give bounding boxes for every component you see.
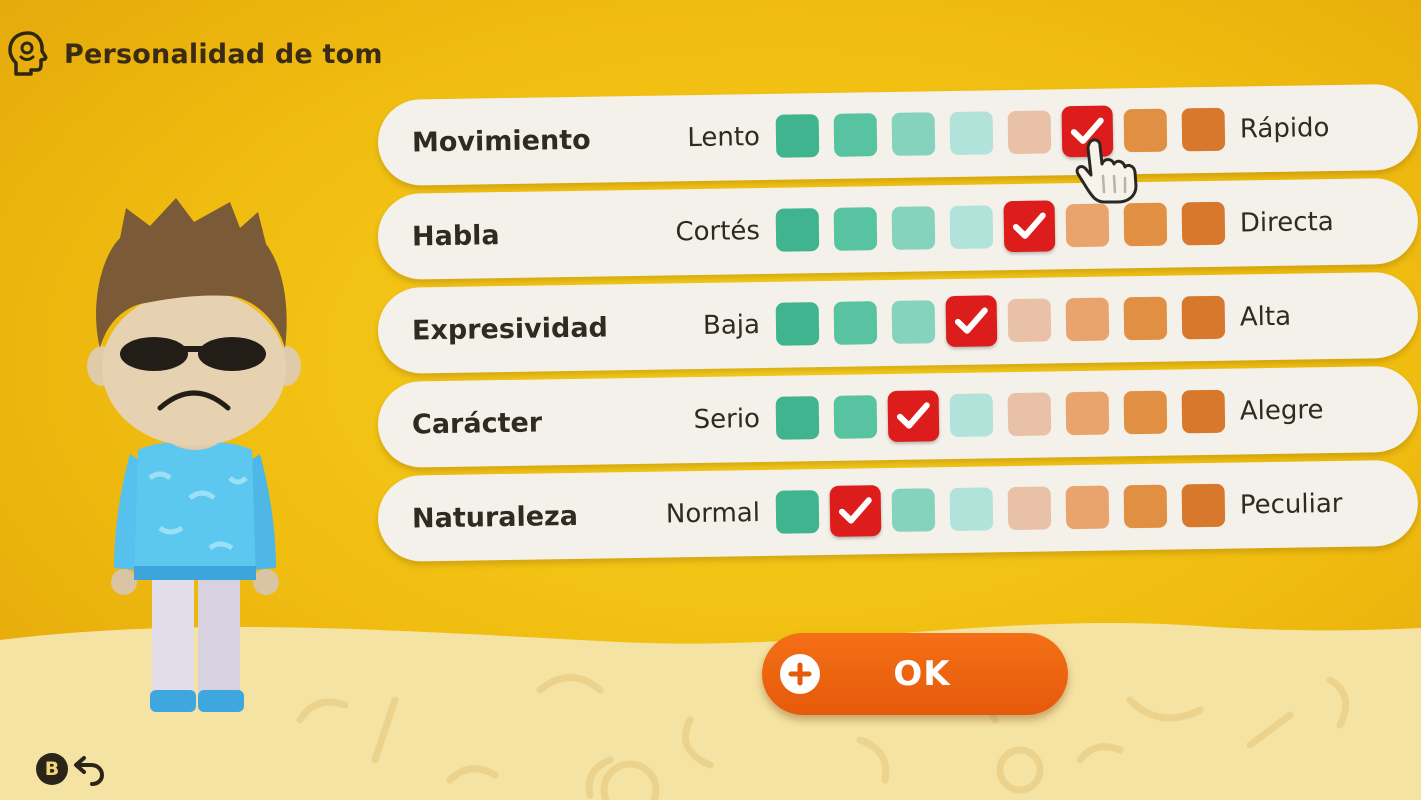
trait-row: Habla Cortés Directa bbox=[377, 177, 1419, 280]
scale-option[interactable] bbox=[891, 488, 936, 532]
trait-min-label: Cortés bbox=[675, 216, 761, 248]
scale-option[interactable] bbox=[775, 302, 820, 346]
scale-option[interactable] bbox=[1181, 483, 1226, 528]
scale-option[interactable] bbox=[1181, 107, 1226, 152]
scale-option[interactable] bbox=[1007, 110, 1052, 155]
scale-option[interactable] bbox=[775, 208, 820, 252]
page-title: Personalidad de tom bbox=[64, 38, 383, 70]
trait-row: Expresividad Baja Alta bbox=[377, 271, 1419, 374]
trait-min-label: Baja bbox=[702, 310, 761, 341]
scale-option[interactable] bbox=[891, 300, 936, 344]
scale-option[interactable] bbox=[1065, 391, 1110, 436]
checkmark-icon bbox=[896, 402, 930, 429]
trait-scale bbox=[775, 105, 1226, 158]
scale-option[interactable] bbox=[891, 206, 936, 250]
trait-scale bbox=[775, 483, 1226, 537]
trait-label: Expresividad bbox=[411, 311, 609, 346]
scale-option[interactable] bbox=[1123, 484, 1168, 529]
scale-option[interactable] bbox=[775, 114, 820, 158]
scale-option[interactable] bbox=[775, 396, 820, 440]
checkmark-icon bbox=[1012, 212, 1046, 239]
scale-option[interactable] bbox=[1123, 202, 1168, 247]
trait-scale bbox=[775, 389, 1226, 442]
ok-button-label: OK bbox=[893, 654, 951, 694]
scale-option[interactable] bbox=[949, 111, 994, 156]
trait-label: Naturaleza bbox=[411, 500, 579, 534]
trait-min-label: Normal bbox=[665, 498, 761, 530]
scale-option[interactable] bbox=[775, 490, 820, 534]
trait-max-label: Directa bbox=[1239, 206, 1334, 239]
trait-max-label: Alegre bbox=[1239, 395, 1324, 427]
mii-avatar bbox=[87, 198, 301, 712]
trait-max-label: Alta bbox=[1239, 301, 1292, 333]
scale-option[interactable] bbox=[1007, 486, 1052, 531]
scale-option[interactable] bbox=[949, 487, 994, 532]
back-button[interactable]: B bbox=[36, 752, 106, 786]
trait-max-label: Rápido bbox=[1239, 113, 1330, 145]
scale-option[interactable] bbox=[949, 393, 994, 438]
scale-option[interactable] bbox=[949, 205, 994, 250]
scale-option[interactable] bbox=[1007, 392, 1052, 437]
scale-option[interactable] bbox=[833, 207, 878, 251]
scale-option-selected[interactable] bbox=[829, 485, 882, 537]
ok-button[interactable]: OK bbox=[762, 633, 1068, 715]
checkmark-icon bbox=[954, 307, 988, 334]
trait-row: Movimiento Lento Rápido bbox=[377, 83, 1419, 186]
scale-option[interactable] bbox=[833, 395, 878, 439]
scale-option[interactable] bbox=[1065, 297, 1110, 342]
scale-option[interactable] bbox=[1123, 390, 1168, 435]
scale-option[interactable] bbox=[1181, 295, 1226, 340]
trait-max-label: Peculiar bbox=[1239, 488, 1343, 521]
hand-pointer-icon bbox=[1075, 138, 1138, 204]
trait-label: Carácter bbox=[411, 406, 543, 440]
trait-scale bbox=[775, 200, 1226, 253]
scale-option[interactable] bbox=[1007, 298, 1052, 343]
trait-label: Movimiento bbox=[411, 124, 591, 158]
scale-option[interactable] bbox=[1065, 485, 1110, 530]
personality-head-icon bbox=[8, 31, 48, 76]
screen-header: Personalidad de tom bbox=[6, 26, 383, 82]
trait-scale bbox=[775, 295, 1226, 348]
avatar-legs bbox=[152, 570, 194, 695]
scale-option[interactable] bbox=[891, 112, 936, 156]
back-arrow-icon bbox=[74, 756, 105, 786]
scale-option[interactable] bbox=[833, 113, 878, 157]
scale-option-selected[interactable] bbox=[945, 295, 998, 348]
trait-label: Habla bbox=[411, 219, 500, 252]
trait-min-label: Lento bbox=[687, 122, 761, 154]
screen: Personalidad de tom Movimiento Lento Rápid… bbox=[0, 0, 1421, 800]
trait-row: Carácter Serio Alegre bbox=[377, 365, 1419, 468]
scale-option[interactable] bbox=[1181, 201, 1226, 246]
b-button-icon: B bbox=[36, 753, 68, 785]
scale-option[interactable] bbox=[1123, 296, 1168, 341]
scale-option[interactable] bbox=[1181, 389, 1226, 434]
scale-option[interactable] bbox=[1065, 203, 1110, 248]
scale-option-selected[interactable] bbox=[1003, 200, 1056, 253]
trait-row: Naturaleza Normal Peculiar bbox=[377, 459, 1419, 562]
checkmark-icon bbox=[838, 497, 872, 524]
scale-option-selected[interactable] bbox=[887, 390, 940, 442]
scale-option[interactable] bbox=[833, 301, 878, 345]
trait-min-label: Serio bbox=[693, 404, 761, 436]
